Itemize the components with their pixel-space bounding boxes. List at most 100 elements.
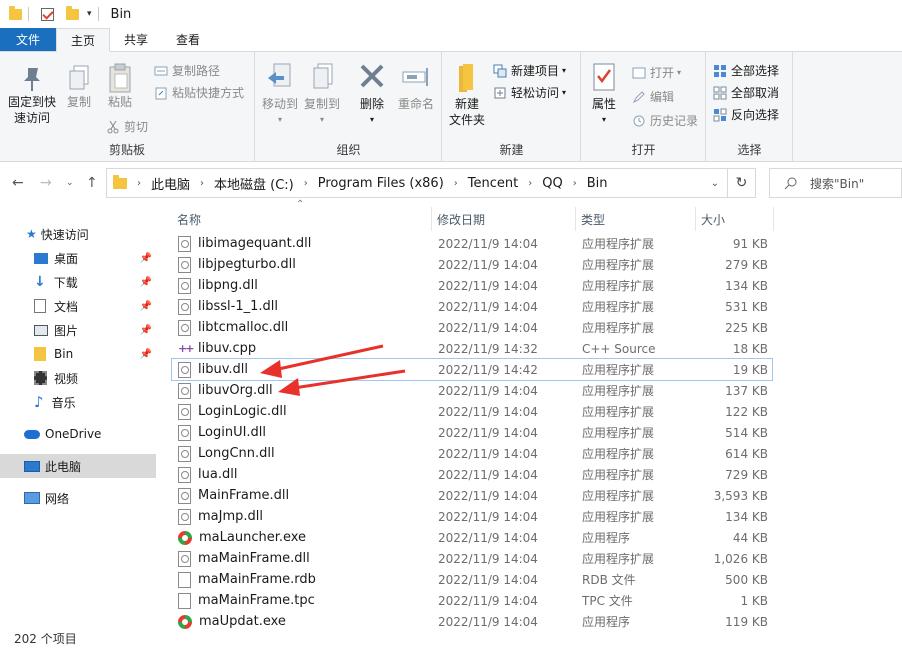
nav-onedrive[interactable]: OneDrive: [0, 422, 156, 446]
file-row[interactable]: maLauncher.exe 2022/11/9 14:04 应用程序 44 KB: [172, 527, 772, 548]
pin-icon[interactable]: 📌: [140, 325, 152, 336]
file-date: 2022/11/9 14:04: [438, 383, 538, 398]
move-to-dropdown-icon[interactable]: ▾: [278, 112, 282, 128]
pin-icon[interactable]: 📌: [140, 301, 152, 312]
nav-music[interactable]: ♪ 音乐: [0, 390, 156, 414]
breadcrumb-tencent[interactable]: Tencent: [468, 176, 518, 191]
file-name-cell: MainFrame.dll: [178, 485, 289, 506]
invert-selection-button[interactable]: 反向选择: [713, 106, 779, 123]
pin-icon[interactable]: 📌: [140, 253, 152, 264]
file-row[interactable]: maUpdat.exe 2022/11/9 14:04 应用程序 119 KB: [172, 611, 772, 632]
edit-button[interactable]: 编辑: [632, 88, 674, 105]
select-none-button[interactable]: 全部取消: [713, 84, 779, 101]
select-all-button[interactable]: 全部选择: [713, 62, 779, 79]
file-row[interactable]: lua.dll 2022/11/9 14:04 应用程序扩展 729 KB: [172, 464, 772, 485]
file-size: 225 KB: [725, 320, 768, 335]
file-row[interactable]: libjpegturbo.dll 2022/11/9 14:04 应用程序扩展 279…: [172, 254, 772, 275]
nav-bin[interactable]: Bin 📌: [0, 342, 156, 366]
nav-pictures[interactable]: 图片 📌: [0, 318, 156, 342]
file-row[interactable]: maMainFrame.dll 2022/11/9 14:04 应用程序扩展 1,02…: [172, 548, 772, 569]
tab-view[interactable]: 查看: [162, 28, 214, 51]
breadcrumb-qq[interactable]: QQ: [542, 176, 562, 191]
file-date: 2022/11/9 14:42: [438, 362, 538, 377]
file-row[interactable]: maJmp.dll 2022/11/9 14:04 应用程序扩展 134 KB: [172, 506, 772, 527]
paste-button[interactable]: 粘贴: [102, 62, 138, 110]
properties-icon: [593, 63, 615, 91]
file-row[interactable]: LoginUI.dll 2022/11/9 14:04 应用程序扩展 514 KB: [172, 422, 772, 443]
pin-icon[interactable]: 📌: [140, 277, 152, 288]
properties-dropdown-icon[interactable]: ▾: [602, 112, 606, 128]
file-icon: [178, 592, 191, 609]
file-row[interactable]: libimagequant.dll 2022/11/9 14:04 应用程序扩展 91…: [172, 233, 772, 254]
search-input[interactable]: 搜索"Bin": [769, 168, 902, 198]
file-row[interactable]: libtcmalloc.dll 2022/11/9 14:04 应用程序扩展 225 …: [172, 317, 772, 338]
cut-button[interactable]: 剪切: [106, 118, 148, 135]
back-arrow-icon[interactable]: ←: [12, 175, 24, 191]
history-button[interactable]: 历史记录: [632, 112, 698, 129]
copy-path-button[interactable]: 复制路径: [154, 62, 220, 79]
breadcrumb-separator-icon[interactable]: ›: [137, 178, 141, 189]
up-arrow-icon[interactable]: ↑: [86, 175, 98, 191]
breadcrumb-this-pc[interactable]: 此电脑: [151, 174, 190, 193]
breadcrumb-separator-icon[interactable]: ›: [304, 178, 308, 189]
tab-home[interactable]: 主页: [56, 28, 111, 52]
move-to-button[interactable]: 移动到 ▾: [260, 62, 300, 128]
column-divider[interactable]: [773, 207, 774, 231]
customize-toolbar-dropdown-icon[interactable]: ▾: [87, 9, 92, 19]
new-folder-icon[interactable]: [66, 5, 79, 20]
breadcrumb-bin[interactable]: Bin: [587, 176, 608, 191]
file-row[interactable]: LongCnn.dll 2022/11/9 14:04 应用程序扩展 614 KB: [172, 443, 772, 464]
column-type[interactable]: 类型: [581, 207, 605, 231]
paste-shortcut-button[interactable]: 粘贴快捷方式: [154, 84, 244, 101]
breadcrumb-separator-icon[interactable]: ›: [454, 178, 458, 189]
easy-access-button[interactable]: 轻松访问 ▾: [493, 84, 566, 101]
copy-button[interactable]: 复制: [62, 64, 96, 110]
file-row[interactable]: libpng.dll 2022/11/9 14:04 应用程序扩展 134 KB: [172, 275, 772, 296]
column-divider[interactable]: [431, 207, 432, 231]
nav-network[interactable]: 网络: [0, 486, 156, 510]
breadcrumb-local-disk[interactable]: 本地磁盘 (C:): [214, 174, 294, 193]
new-folder-button[interactable]: 新建 文件夹: [445, 62, 489, 128]
nav-downloads[interactable]: ↓ 下载 📌: [0, 270, 156, 294]
delete-button[interactable]: 删除 ▾: [352, 62, 392, 128]
file-row[interactable]: libssl-1_1.dll 2022/11/9 14:04 应用程序扩展 531 K…: [172, 296, 772, 317]
red-annotation-arrows: [260, 344, 406, 396]
tab-file[interactable]: 文件: [0, 28, 56, 51]
copy-to-button[interactable]: 复制到 ▾: [302, 62, 342, 128]
column-name[interactable]: 名称: [177, 207, 201, 231]
file-row[interactable]: MainFrame.dll 2022/11/9 14:04 应用程序扩展 3,593 …: [172, 485, 772, 506]
properties-button[interactable]: 属性 ▾: [586, 62, 622, 128]
nav-documents[interactable]: 文档 📌: [0, 294, 156, 318]
nav-desktop[interactable]: 桌面 📌: [0, 246, 156, 270]
rename-button[interactable]: 重命名: [394, 62, 438, 112]
nav-videos[interactable]: 视频: [0, 366, 156, 390]
column-divider[interactable]: [575, 207, 576, 231]
dll-file-icon: [178, 298, 191, 315]
pin-icon[interactable]: 📌: [140, 349, 152, 360]
breadcrumb-separator-icon[interactable]: ›: [200, 178, 204, 189]
breadcrumb-separator-icon[interactable]: ›: [573, 178, 577, 189]
forward-arrow-icon[interactable]: →: [40, 175, 52, 191]
file-row[interactable]: maMainFrame.tpc 2022/11/9 14:04 TPC 文件 1 KB: [172, 590, 772, 611]
tab-share[interactable]: 共享: [110, 28, 162, 51]
nav-quick-access[interactable]: ★ 快速访问: [0, 222, 156, 246]
delete-dropdown-icon[interactable]: ▾: [370, 112, 374, 128]
file-row[interactable]: LoginLogic.dll 2022/11/9 14:04 应用程序扩展 122 K…: [172, 401, 772, 422]
properties-check-icon[interactable]: [41, 7, 54, 21]
nav-this-pc[interactable]: 此电脑: [0, 454, 156, 478]
column-divider[interactable]: [695, 207, 696, 231]
file-row[interactable]: maMainFrame.rdb 2022/11/9 14:04 RDB 文件 500 …: [172, 569, 772, 590]
column-size[interactable]: 大小: [701, 207, 725, 231]
address-bar[interactable]: › 此电脑 › 本地磁盘 (C:) › Program Files (x86) …: [106, 168, 728, 198]
recent-locations-chevron-icon[interactable]: ⌄: [66, 178, 74, 188]
pin-quick-access-button[interactable]: 固定到快 速访问: [4, 64, 60, 126]
copy-to-dropdown-icon[interactable]: ▾: [320, 112, 324, 128]
new-item-button[interactable]: 新建项目 ▾: [493, 62, 566, 79]
breadcrumb-program-files[interactable]: Program Files (x86): [318, 176, 444, 191]
address-dropdown-icon[interactable]: ⌄: [711, 178, 719, 189]
refresh-button[interactable]: ↻: [728, 168, 756, 198]
breadcrumb-separator-icon[interactable]: ›: [528, 178, 532, 189]
open-label: 打开: [650, 66, 675, 80]
column-date[interactable]: 修改日期: [437, 207, 485, 231]
open-button[interactable]: 打开 ▾: [632, 64, 681, 81]
